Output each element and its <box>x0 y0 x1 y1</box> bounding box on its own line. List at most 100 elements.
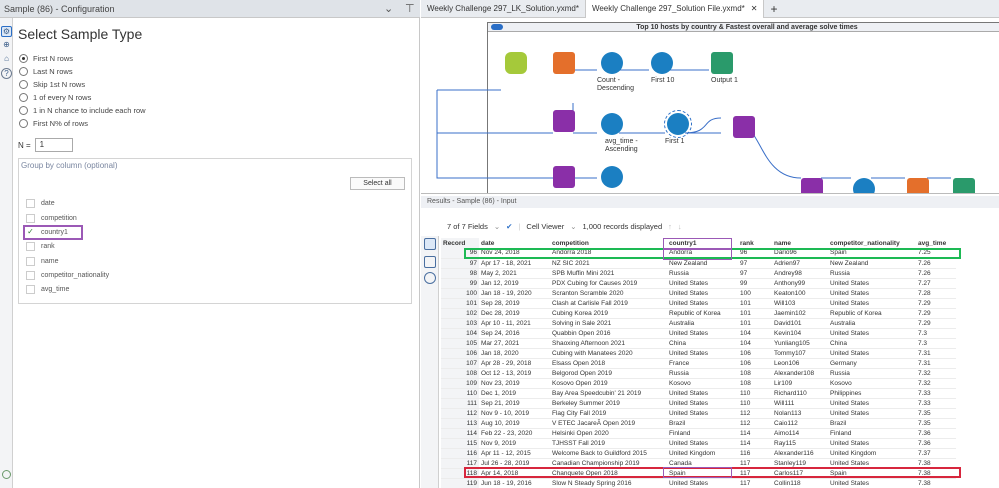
table-cell[interactable]: Helsinki Open 2020 <box>550 428 667 439</box>
table-cell[interactable]: Welcome Back to Guildford 2015 <box>550 448 667 459</box>
table-cell[interactable]: United States <box>667 388 738 399</box>
table-cell[interactable]: Sep 21, 2019 <box>479 398 550 409</box>
sort-tool-icon[interactable] <box>601 113 623 135</box>
table-cell[interactable]: United States <box>667 398 738 409</box>
join-tool-icon[interactable] <box>553 166 575 188</box>
table-cell[interactable]: 110 <box>738 398 772 409</box>
table-cell[interactable]: Sep 28, 2019 <box>479 298 550 309</box>
table-cell[interactable]: Elsass Open 2018 <box>550 358 667 369</box>
checkbox-icon[interactable] <box>26 257 35 266</box>
table-cell[interactable]: United States <box>828 278 916 289</box>
table-cell[interactable]: Ray115 <box>772 438 828 449</box>
table-cell[interactable]: Leon106 <box>772 358 828 369</box>
table-cell[interactable]: Jaemin102 <box>772 308 828 319</box>
table-cell[interactable]: 101 <box>738 298 772 309</box>
sample-tool-icon[interactable] <box>651 52 673 74</box>
browse-tool-icon[interactable] <box>711 52 733 74</box>
table-cell[interactable]: Australia <box>667 318 738 329</box>
column-avg-time[interactable]: avg_time <box>26 285 69 294</box>
tag-icon[interactable]: ⌂ <box>1 54 12 65</box>
sort-tool-icon[interactable] <box>601 166 623 188</box>
table-cell[interactable]: Apr 17 - 18, 2021 <box>479 258 550 269</box>
table-row[interactable]: 102 Dec 28, 2019 Cubing Korea 2019 Republic… <box>441 308 956 319</box>
table-cell[interactable]: Solving in Sale 2021 <box>550 318 667 329</box>
table-cell[interactable]: Sep 24, 2016 <box>479 328 550 339</box>
table-cell[interactable]: Kevin104 <box>772 328 828 339</box>
table-cell[interactable]: United States <box>667 438 738 449</box>
formula-tool-icon[interactable] <box>505 52 527 74</box>
table-row[interactable]: 108 Oct 12 - 13, 2019 Belgorod Open 2019 Ru… <box>441 368 956 379</box>
arrow-up-icon[interactable]: ↑ <box>668 222 672 231</box>
record-number[interactable]: 112 <box>441 408 479 419</box>
table-cell[interactable]: 7.29 <box>916 298 956 309</box>
table-row[interactable]: 106 Jan 18, 2020 Cubing with Manatees 2020… <box>441 348 956 359</box>
table-cell[interactable]: 7.27 <box>916 278 956 289</box>
table-cell[interactable]: Jun 18 - 19, 2016 <box>479 478 550 488</box>
table-cell[interactable]: 106 <box>738 348 772 359</box>
table-cell[interactable]: New Zealand <box>828 258 916 269</box>
table-cell[interactable]: May 2, 2021 <box>479 268 550 279</box>
checkbox-icon[interactable] <box>26 271 35 280</box>
table-cell[interactable]: Russia <box>667 268 738 279</box>
table-cell[interactable]: Scranton Scramble 2020 <box>550 288 667 299</box>
select-all-button[interactable]: Select all <box>350 177 405 190</box>
table-cell[interactable]: Alexander116 <box>772 448 828 459</box>
table-cell[interactable]: Adrien97 <box>772 258 828 269</box>
table-cell[interactable]: United States <box>667 478 738 488</box>
table-cell[interactable]: Shaoxing Afternoon 2021 <box>550 338 667 349</box>
table-cell[interactable]: United States <box>667 288 738 299</box>
record-number[interactable]: 108 <box>441 368 479 379</box>
record-number[interactable]: 99 <box>441 278 479 289</box>
table-cell[interactable]: 7.31 <box>916 358 956 369</box>
column-header[interactable]: date <box>479 238 550 248</box>
table-cell[interactable]: Anthony99 <box>772 278 828 289</box>
table-cell[interactable]: United States <box>667 278 738 289</box>
table-cell[interactable]: Slow N Steady Spring 2016 <box>550 478 667 488</box>
table-cell[interactable]: 7.26 <box>916 268 956 279</box>
table-cell[interactable]: Russia <box>828 368 916 379</box>
table-cell[interactable]: Cubing with Manatees 2020 <box>550 348 667 359</box>
pin-icon[interactable]: ⊤ <box>405 2 415 15</box>
table-cell[interactable]: 108 <box>738 368 772 379</box>
table-cell[interactable]: Keaton100 <box>772 288 828 299</box>
message-icon[interactable] <box>424 256 436 268</box>
report-tool-icon[interactable] <box>907 178 929 193</box>
table-cell[interactable]: Brazil <box>667 418 738 429</box>
help-icon[interactable] <box>424 272 436 284</box>
table-cell[interactable]: Nolan113 <box>772 408 828 419</box>
table-cell[interactable]: Mar 27, 2021 <box>479 338 550 349</box>
table-cell[interactable]: Jan 18, 2020 <box>479 348 550 359</box>
table-cell[interactable]: United States <box>828 298 916 309</box>
column-country1[interactable]: ✓ country1 <box>23 225 83 240</box>
table-cell[interactable]: 108 <box>738 378 772 389</box>
table-cell[interactable]: 97 <box>738 268 772 279</box>
table-cell[interactable]: 7.3 <box>916 338 956 349</box>
table-cell[interactable]: PDX Cubing for Causes 2019 <box>550 278 667 289</box>
option-1-of-every-n-rows[interactable]: 1 of every N rows <box>19 93 91 102</box>
sort-tool-icon[interactable] <box>853 178 875 193</box>
record-number[interactable]: 97 <box>441 258 479 269</box>
table-cell[interactable]: 7.33 <box>916 398 956 409</box>
table-cell[interactable]: United States <box>667 408 738 419</box>
record-number[interactable]: 103 <box>441 318 479 329</box>
option-first-n-rows[interactable]: First N rows <box>19 54 73 63</box>
table-cell[interactable]: 7.3 <box>916 328 956 339</box>
table-cell[interactable]: 7.28 <box>916 288 956 299</box>
table-row[interactable]: 119 Jun 18 - 19, 2016 Slow N Steady Spring… <box>441 478 956 488</box>
table-row[interactable]: 110 Dec 1, 2019 Bay Area Speedcubin' 21 20… <box>441 388 956 399</box>
column-header[interactable]: Record <box>441 238 479 248</box>
table-cell[interactable]: Finland <box>667 428 738 439</box>
checkbox-icon[interactable] <box>26 242 35 251</box>
table-cell[interactable]: Will103 <box>772 298 828 309</box>
table-cell[interactable]: Kosovo <box>667 378 738 389</box>
table-cell[interactable]: Jan 18 - 19, 2020 <box>479 288 550 299</box>
check-icon[interactable]: ✔ <box>506 222 512 231</box>
table-cell[interactable]: United States <box>667 298 738 309</box>
table-cell[interactable]: 7.31 <box>916 348 956 359</box>
record-number[interactable]: 98 <box>441 268 479 279</box>
table-cell[interactable]: 106 <box>738 358 772 369</box>
table-cell[interactable]: Republic of Korea <box>828 308 916 319</box>
table-cell[interactable]: 7.36 <box>916 438 956 449</box>
checkbox-icon[interactable] <box>26 199 35 208</box>
record-number[interactable]: 113 <box>441 418 479 429</box>
